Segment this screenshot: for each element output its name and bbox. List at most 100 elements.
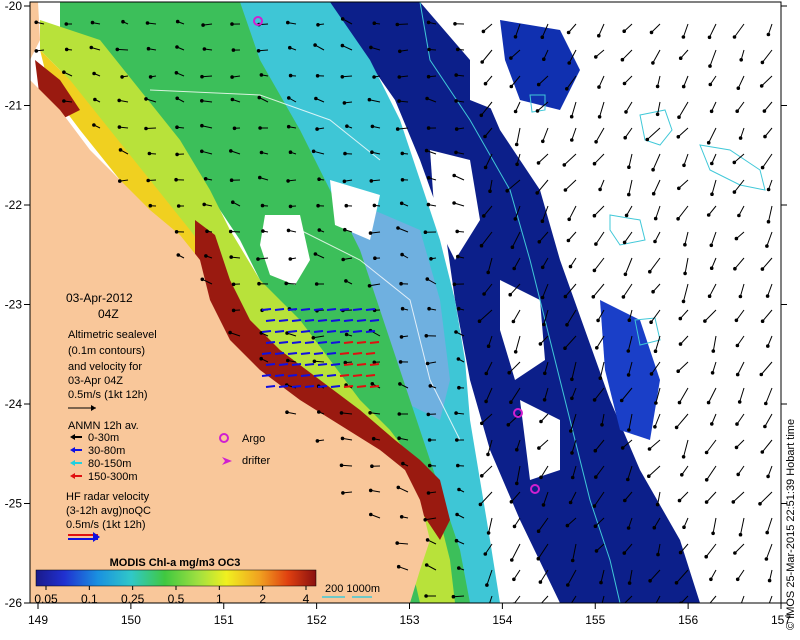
velocity-arrow-head	[396, 564, 401, 569]
velocity-arrow-head	[288, 73, 293, 78]
velocity-arrow-head	[542, 322, 546, 327]
velocity-arrow-head	[649, 30, 654, 35]
velocity-arrow-head	[648, 579, 652, 583]
velocity-arrow-head	[341, 257, 346, 262]
velocity-arrow-head	[515, 481, 519, 486]
velocity-arrow-head	[370, 124, 375, 129]
velocity-arrow-head	[737, 213, 741, 218]
velocity-arrow-head	[64, 47, 69, 52]
hf-radar-arrow	[287, 374, 298, 377]
lat-tick-label: -21	[5, 99, 23, 113]
velocity-arrow-head	[454, 538, 459, 543]
velocity-arrow-head	[513, 109, 518, 114]
hf-radar-arrow	[300, 308, 311, 311]
velocity-arrow-head	[311, 149, 316, 154]
velocity-arrow-head	[711, 531, 715, 536]
velocity-arrow-head	[204, 254, 208, 258]
velocity-arrow-head	[626, 373, 631, 377]
velocity-arrow-head	[763, 424, 767, 429]
velocity-arrow-head	[732, 190, 737, 194]
velocity-arrow-head	[627, 192, 631, 197]
velocity-arrow-head	[486, 531, 491, 535]
velocity-arrow-head	[677, 115, 681, 119]
velocity-arrow-head	[563, 294, 568, 299]
velocity-arrow-head	[511, 319, 516, 324]
velocity-arrow-head	[426, 20, 431, 25]
velocity-arrow-head	[397, 99, 401, 103]
velocity-arrow-head	[732, 35, 737, 39]
velocity-arrow-head	[117, 98, 121, 103]
velocity-arrow-head	[592, 268, 597, 273]
velocity-arrow-head	[429, 257, 433, 261]
chlorophyll-current-map: 149 150 151 152 153 154 155 156 157 -20-21-22-23…	[5, 0, 797, 630]
velocity-arrow-head	[428, 384, 433, 388]
velocity-arrow-head	[648, 269, 652, 274]
velocity-arrow-head	[454, 330, 458, 334]
velocity-arrow-head	[569, 114, 574, 119]
velocity-arrow-head	[456, 254, 460, 259]
hf-radar-arrow	[313, 330, 324, 333]
velocity-arrow-head	[706, 140, 711, 145]
velocity-arrow-head	[760, 450, 765, 454]
velocity-arrow-head	[478, 502, 483, 507]
hf-radar-arrow	[356, 319, 367, 322]
colorbar-gradient	[35, 569, 317, 587]
velocity-arrow-head	[229, 178, 234, 182]
velocity-arrow-head	[481, 29, 486, 34]
velocity-arrow-head	[597, 115, 602, 119]
velocity-arrow-head	[568, 264, 573, 269]
velocity-arrow-head	[399, 515, 404, 519]
velocity-arrow-head	[400, 252, 404, 257]
velocity-arrow-head	[315, 74, 320, 78]
velocity-arrow-head	[424, 148, 429, 153]
velocity-arrow-head	[482, 292, 486, 296]
hf-line: (3-12h avg)noQC	[66, 505, 151, 517]
velocity-arrow-head	[704, 608, 707, 611]
velocity-arrow-head	[118, 179, 122, 183]
velocity-arrow-head	[709, 109, 714, 114]
velocity-arrow-head	[339, 411, 344, 415]
velocity-arrow-head	[425, 538, 430, 542]
colorbar-tick-label: 1	[216, 592, 223, 606]
velocity-arrow-head	[395, 541, 400, 545]
hf-radar-arrow	[352, 330, 363, 333]
hf-radar-arrow	[356, 363, 367, 366]
velocity-arrow-head	[259, 150, 264, 155]
velocity-arrow-head	[286, 20, 290, 25]
velocity-arrow-head	[512, 577, 516, 582]
velocity-arrow-head	[288, 204, 293, 209]
velocity-arrow-head	[710, 371, 715, 375]
velocity-arrow-head	[566, 609, 569, 612]
hf-radar-arrow	[304, 319, 315, 322]
velocity-arrow-head	[343, 227, 347, 232]
hf-radar-arrow	[261, 374, 272, 377]
velocity-arrow-head	[627, 428, 631, 432]
velocity-arrow-head	[536, 82, 541, 87]
velocity-arrow-head	[92, 123, 96, 127]
velocity-arrow-head	[453, 22, 457, 26]
colorbar-tick-label: 0.5	[168, 592, 185, 606]
velocity-arrow-head	[543, 371, 547, 376]
velocity-arrow-head	[229, 255, 233, 259]
velocity-arrow-head	[627, 581, 632, 585]
velocity-arrow-head	[542, 398, 547, 402]
velocity-arrow-head	[734, 318, 739, 323]
colorbar-tick-label: 4	[303, 592, 310, 606]
hf-radar-arrow	[274, 352, 285, 355]
velocity-arrow-head	[707, 294, 712, 299]
velocity-arrow-head	[759, 84, 764, 88]
velocity-arrow-head	[174, 177, 178, 182]
velocity-arrow-head	[760, 60, 765, 65]
velocity-arrow-head	[598, 187, 602, 192]
velocity-arrow-head	[398, 49, 402, 54]
hf-radar-arrow	[330, 341, 341, 344]
velocity-arrow-head	[175, 125, 179, 129]
velocity-arrow-head	[536, 556, 541, 561]
velocity-arrow-head	[566, 30, 571, 35]
lon-tick-label: 154	[492, 613, 512, 627]
velocity-arrow-head	[515, 162, 519, 167]
velocity-arrow-head	[147, 151, 152, 156]
hf-radar-arrow	[365, 330, 376, 333]
velocity-arrow-head	[426, 412, 431, 417]
velocity-arrow-head	[486, 270, 491, 275]
